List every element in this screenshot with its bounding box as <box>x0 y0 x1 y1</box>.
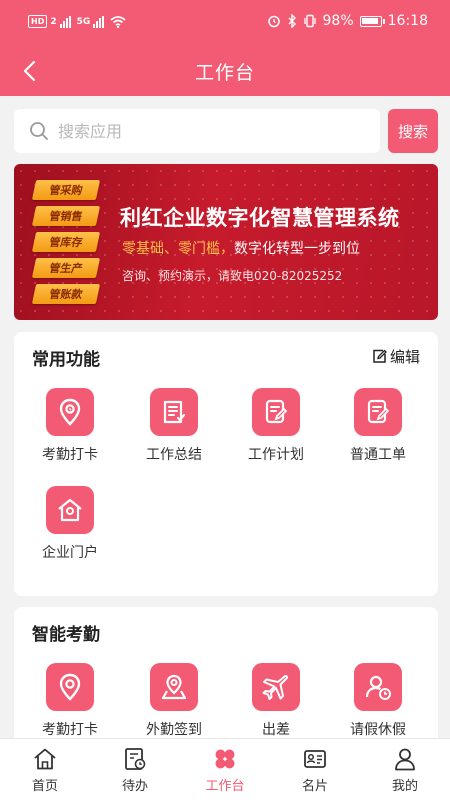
banner-title: 利红企业数字化智慧管理系统 <box>120 206 400 230</box>
banner-slogan-rest: 数字化转型一步到位 <box>234 241 360 257</box>
signal-icon-2 <box>93 15 105 28</box>
function-label: 普通工单 <box>350 447 406 463</box>
map-pin-icon <box>150 663 198 711</box>
tab-workbench[interactable]: 工作台 <box>180 739 270 800</box>
banner-tags: 管采购 管销售 管库存 管生产 管账款 <box>31 180 101 304</box>
search-row: 搜索 <box>14 109 438 153</box>
banner-tag: 管生产 <box>31 258 101 278</box>
battery-icon <box>359 15 385 27</box>
attendance-clock-in[interactable]: 考勤打卡 <box>20 663 120 747</box>
function-label: 企业门户 <box>42 545 98 561</box>
function-attendance[interactable]: 考勤打卡 <box>20 388 120 472</box>
banner-tag: 管采购 <box>31 180 101 200</box>
section-title: 常用功能 <box>32 350 100 370</box>
work-order-icon <box>354 388 402 436</box>
wifi-icon <box>110 15 126 28</box>
attendance-field-checkin[interactable]: 外勤签到 <box>124 663 224 747</box>
summary-doc-icon <box>150 388 198 436</box>
function-enterprise-portal[interactable]: 企业门户 <box>20 486 120 570</box>
tab-profile[interactable]: 我的 <box>360 739 450 800</box>
airplane-icon <box>252 663 300 711</box>
network-type: 5G <box>76 16 91 27</box>
edit-button[interactable]: 编辑 <box>372 346 420 367</box>
alarm-icon <box>267 15 280 28</box>
search-box[interactable] <box>14 109 380 153</box>
status-network: HD 2 5G <box>28 15 126 28</box>
workbench-icon <box>215 749 235 769</box>
tab-home[interactable]: 首页 <box>0 739 90 800</box>
status-bar: HD 2 5G 98% 16:18 <box>0 0 450 46</box>
smart-attendance-card: 智能考勤 考勤打卡 外勤签到 出差 请假休假 <box>14 607 438 747</box>
function-work-plan[interactable]: 工作计划 <box>226 388 326 472</box>
banner-contact: 咨询、预约演示，请致电020-82025252 <box>122 269 343 283</box>
common-functions-card: 常用功能 编辑 考勤打卡 工作总结 工作计划 普通工单 企业门户 <box>14 332 438 596</box>
search-button[interactable]: 搜索 <box>388 109 438 153</box>
edit-label: 编辑 <box>389 348 420 366</box>
business-card-icon <box>304 750 326 768</box>
tab-label: 我的 <box>391 779 418 794</box>
section-title: 智能考勤 <box>32 625 100 645</box>
attendance-leave[interactable]: 请假休假 <box>328 663 428 747</box>
function-label: 请假休假 <box>350 722 406 738</box>
location-pin-icon <box>46 663 94 711</box>
status-right: 98% 16:18 <box>267 13 428 29</box>
function-label: 出差 <box>262 722 290 738</box>
banner-slogan: 零基础、零门槛，数字化转型一步到位 <box>122 238 360 258</box>
status-time: 16:18 <box>387 13 428 29</box>
function-label: 外勤签到 <box>146 722 202 738</box>
banner-slogan-highlight: 零基础、零门槛， <box>122 241 234 257</box>
tab-business-card[interactable]: 名片 <box>270 739 360 800</box>
tab-todo[interactable]: 待办 <box>90 739 180 800</box>
tab-label: 名片 <box>301 779 328 794</box>
todo-icon <box>125 748 146 770</box>
function-work-order[interactable]: 普通工单 <box>328 388 428 472</box>
battery-percent: 98% <box>322 13 354 29</box>
banner-tag: 管账款 <box>31 284 101 304</box>
edit-icon <box>373 349 387 363</box>
bluetooth-icon <box>288 14 296 28</box>
tab-label: 待办 <box>121 779 148 794</box>
function-label: 考勤打卡 <box>42 447 98 463</box>
bottom-tabbar: 首页 待办 工作台 名片 我的 <box>0 738 450 800</box>
search-input[interactable] <box>58 121 348 141</box>
attendance-business-trip[interactable]: 出差 <box>226 663 326 747</box>
banner-tag: 管库存 <box>31 232 101 252</box>
search-icon <box>30 122 48 140</box>
page-title: 工作台 <box>194 62 255 84</box>
promo-banner[interactable]: 管采购 管销售 管库存 管生产 管账款 利红企业数字化智慧管理系统 零基础、零门… <box>14 164 438 320</box>
signal-icon <box>59 15 71 28</box>
function-label: 工作计划 <box>248 447 304 463</box>
hd-badge: HD <box>28 15 48 28</box>
banner-tag: 管销售 <box>31 206 101 226</box>
function-label: 工作总结 <box>146 447 202 463</box>
app-header: HD 2 5G 98% 16:18 工作台 <box>0 0 450 96</box>
plan-edit-icon <box>252 388 300 436</box>
home-icon <box>46 486 94 534</box>
home-outline-icon <box>34 748 56 770</box>
function-label: 考勤打卡 <box>42 722 98 738</box>
function-work-summary[interactable]: 工作总结 <box>124 388 224 472</box>
user-icon <box>395 748 415 771</box>
nav-bar: 工作台 <box>0 46 450 96</box>
tab-label: 工作台 <box>205 779 245 794</box>
vibrate-icon <box>303 14 316 28</box>
location-pin-icon <box>46 388 94 436</box>
sim-number: 2 <box>50 16 57 27</box>
leave-icon <box>354 663 402 711</box>
tab-label: 首页 <box>31 779 58 794</box>
